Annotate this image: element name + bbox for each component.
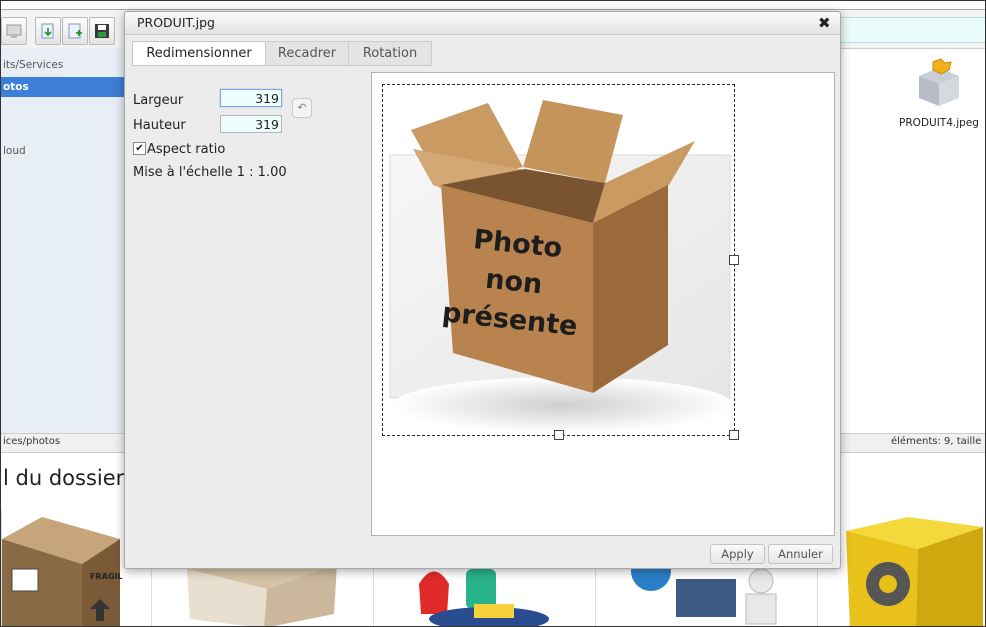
aspect-ratio-checkbox[interactable]: ✔ xyxy=(133,142,146,155)
yellow-box-icon xyxy=(919,58,959,106)
status-path: ices/photos xyxy=(3,436,61,447)
tree-item-active[interactable]: otos xyxy=(1,77,126,97)
folder-tree: its/Services otos loud xyxy=(1,48,127,433)
tab-rotation[interactable]: Rotation xyxy=(348,41,432,66)
apply-button[interactable]: Apply xyxy=(710,544,765,564)
file-name: PRODUIT4.jpeg xyxy=(899,117,979,129)
aspect-ratio-label: Aspect ratio xyxy=(147,142,226,157)
close-icon[interactable]: ✖ xyxy=(818,14,831,32)
tree-item[interactable]: loud xyxy=(1,141,126,161)
selection-frame xyxy=(382,84,735,436)
tab-recadrer[interactable]: Recadrer xyxy=(265,41,349,66)
computer-icon xyxy=(6,24,22,38)
download-file-icon xyxy=(41,23,54,39)
new-file-icon xyxy=(68,23,82,39)
image-edit-dialog: PRODUIT.jpg ✖ Redimensionner Recadrer Ro… xyxy=(124,11,841,569)
gear-box-icon xyxy=(846,517,983,626)
height-input[interactable] xyxy=(220,115,282,133)
save-icon xyxy=(95,24,109,38)
undo-icon[interactable]: ↶ xyxy=(292,98,312,118)
toolbar-button-partial[interactable] xyxy=(1,17,27,45)
width-input[interactable] xyxy=(220,89,282,107)
resize-handle-bottom[interactable] xyxy=(554,430,564,440)
height-label: Hauteur xyxy=(133,118,186,133)
tree-item[interactable]: its/Services xyxy=(1,55,126,75)
save-button[interactable] xyxy=(89,17,115,45)
resize-handle-right[interactable] xyxy=(729,255,739,265)
width-label: Largeur xyxy=(133,93,184,108)
scale-text: Mise à l'échelle 1 : 1.00 xyxy=(133,165,287,180)
status-count: éléments: 9, taille xyxy=(891,436,982,447)
thumb-gear-box[interactable] xyxy=(817,509,985,626)
file-item-produit4[interactable]: PRODUIT4.jpeg xyxy=(894,54,984,129)
preview-canvas: Photo non présente xyxy=(371,72,835,536)
screen: its/Services otos loud PRODUIT4.jpeg ice… xyxy=(0,0,986,627)
dialog-title: PRODUIT.jpg xyxy=(137,15,215,30)
download-button[interactable] xyxy=(35,17,61,45)
new-file-button[interactable] xyxy=(62,17,88,45)
cancel-button[interactable]: Annuler xyxy=(768,544,833,564)
resize-handle-corner[interactable] xyxy=(729,430,739,440)
fragile-label: FRAGIL xyxy=(90,572,122,581)
tab-redimensionner[interactable]: Redimensionner xyxy=(132,41,266,66)
dialog-titlebar[interactable]: PRODUIT.jpg ✖ xyxy=(125,12,840,35)
path-bar[interactable] xyxy=(839,17,985,43)
